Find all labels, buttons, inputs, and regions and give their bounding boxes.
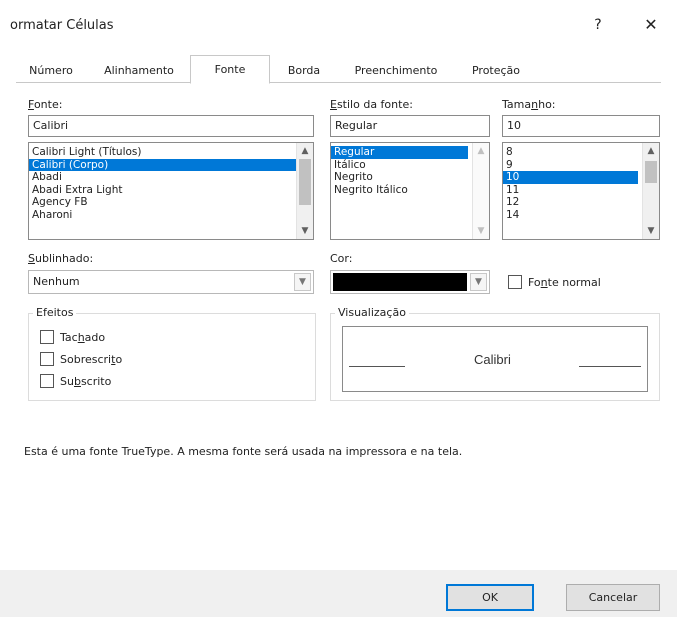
close-button[interactable]: ✕: [640, 14, 662, 36]
style-list-scrollbar[interactable]: ▲ ▼: [472, 143, 489, 239]
dialog-title: ormatar Células: [10, 18, 114, 33]
color-select[interactable]: ▼: [330, 270, 490, 294]
font-list-item[interactable]: Calibri Light (Títulos): [29, 146, 313, 159]
size-list-item-selected[interactable]: 10: [503, 171, 638, 184]
size-label: Tamanho:: [502, 98, 556, 111]
tab-divider: [16, 82, 661, 83]
subscript-label: Subscrito: [60, 375, 112, 388]
tab-alinhamento[interactable]: Alinhamento: [96, 59, 182, 83]
preview-box: Calibri: [342, 326, 648, 392]
title-bar: ormatar Células ? ✕: [0, 0, 677, 44]
size-list-item[interactable]: 8: [503, 146, 659, 159]
font-list-item[interactable]: Abadi: [29, 171, 313, 184]
scroll-down-icon[interactable]: ▼: [473, 224, 489, 238]
scroll-thumb[interactable]: [645, 161, 657, 183]
size-list[interactable]: 8 9 10 11 12 14 ▲ ▼: [502, 142, 660, 240]
size-list-item[interactable]: 12: [503, 196, 659, 209]
chevron-down-icon[interactable]: ▼: [470, 273, 487, 291]
preview-sample: Calibri: [474, 352, 511, 367]
color-swatch: [333, 273, 467, 291]
preview-baseline: [349, 366, 405, 367]
font-list-scrollbar[interactable]: ▲ ▼: [296, 143, 313, 239]
font-list[interactable]: Calibri Light (Títulos) Calibri (Corpo) …: [28, 142, 314, 240]
underline-label: Sublinhado:: [28, 252, 94, 265]
preview-baseline: [579, 366, 641, 367]
font-info-text: Esta é uma fonte TrueType. A mesma fonte…: [24, 445, 463, 458]
style-list-item-selected[interactable]: Regular: [331, 146, 468, 159]
size-list-item[interactable]: 9: [503, 159, 659, 172]
size-list-scrollbar[interactable]: ▲ ▼: [642, 143, 659, 239]
normal-font-label: Fonte normal: [528, 276, 601, 289]
tab-preenchimento[interactable]: Preenchimento: [346, 59, 446, 83]
superscript-label: Sobrescrito: [60, 353, 123, 366]
strikethrough-checkbox[interactable]: [40, 330, 54, 344]
font-list-item[interactable]: Aharoni: [29, 209, 313, 222]
style-list-item[interactable]: Negrito: [331, 171, 489, 184]
style-list-item[interactable]: Negrito Itálico: [331, 184, 489, 197]
font-input[interactable]: Calibri: [28, 115, 314, 137]
chevron-down-icon[interactable]: ▼: [294, 273, 311, 291]
underline-select[interactable]: Nenhum ▼: [28, 270, 314, 294]
scroll-down-icon[interactable]: ▼: [643, 224, 659, 238]
tab-borda[interactable]: Borda: [278, 59, 330, 83]
tab-fonte[interactable]: Fonte: [190, 55, 270, 84]
size-list-item[interactable]: 14: [503, 209, 659, 222]
font-label: Fonte:: [28, 98, 63, 111]
style-label: Estilo da fonte:: [330, 98, 413, 111]
help-button[interactable]: ?: [588, 14, 608, 36]
cancel-button[interactable]: Cancelar: [566, 584, 660, 611]
scroll-up-icon[interactable]: ▲: [643, 144, 659, 158]
font-list-item[interactable]: Agency FB: [29, 196, 313, 209]
style-list[interactable]: Regular Itálico Negrito Negrito Itálico …: [330, 142, 490, 240]
dialog-footer: OK Cancelar: [0, 570, 677, 617]
scroll-up-icon[interactable]: ▲: [297, 144, 313, 158]
scroll-down-icon[interactable]: ▼: [297, 224, 313, 238]
tab-strip: Número Alinhamento Fonte Borda Preenchim…: [16, 55, 656, 84]
underline-value: Nenhum: [33, 275, 80, 288]
scroll-thumb[interactable]: [299, 159, 311, 205]
color-label: Cor:: [330, 252, 353, 265]
font-list-item[interactable]: Abadi Extra Light: [29, 184, 313, 197]
superscript-checkbox[interactable]: [40, 352, 54, 366]
effects-title: Efeitos: [33, 306, 77, 319]
size-input[interactable]: 10: [502, 115, 660, 137]
style-input[interactable]: Regular: [330, 115, 490, 137]
strikethrough-label: Tachado: [60, 331, 106, 344]
size-list-item[interactable]: 11: [503, 184, 659, 197]
scroll-up-icon[interactable]: ▲: [473, 144, 489, 158]
tab-protecao[interactable]: Proteção: [460, 59, 532, 83]
style-list-item[interactable]: Itálico: [331, 159, 489, 172]
tab-numero[interactable]: Número: [22, 59, 80, 83]
ok-button[interactable]: OK: [446, 584, 534, 611]
preview-title: Visualização: [335, 306, 409, 319]
normal-font-checkbox[interactable]: [508, 275, 522, 289]
font-list-item-selected[interactable]: Calibri (Corpo): [29, 158, 313, 171]
subscript-checkbox[interactable]: [40, 374, 54, 388]
